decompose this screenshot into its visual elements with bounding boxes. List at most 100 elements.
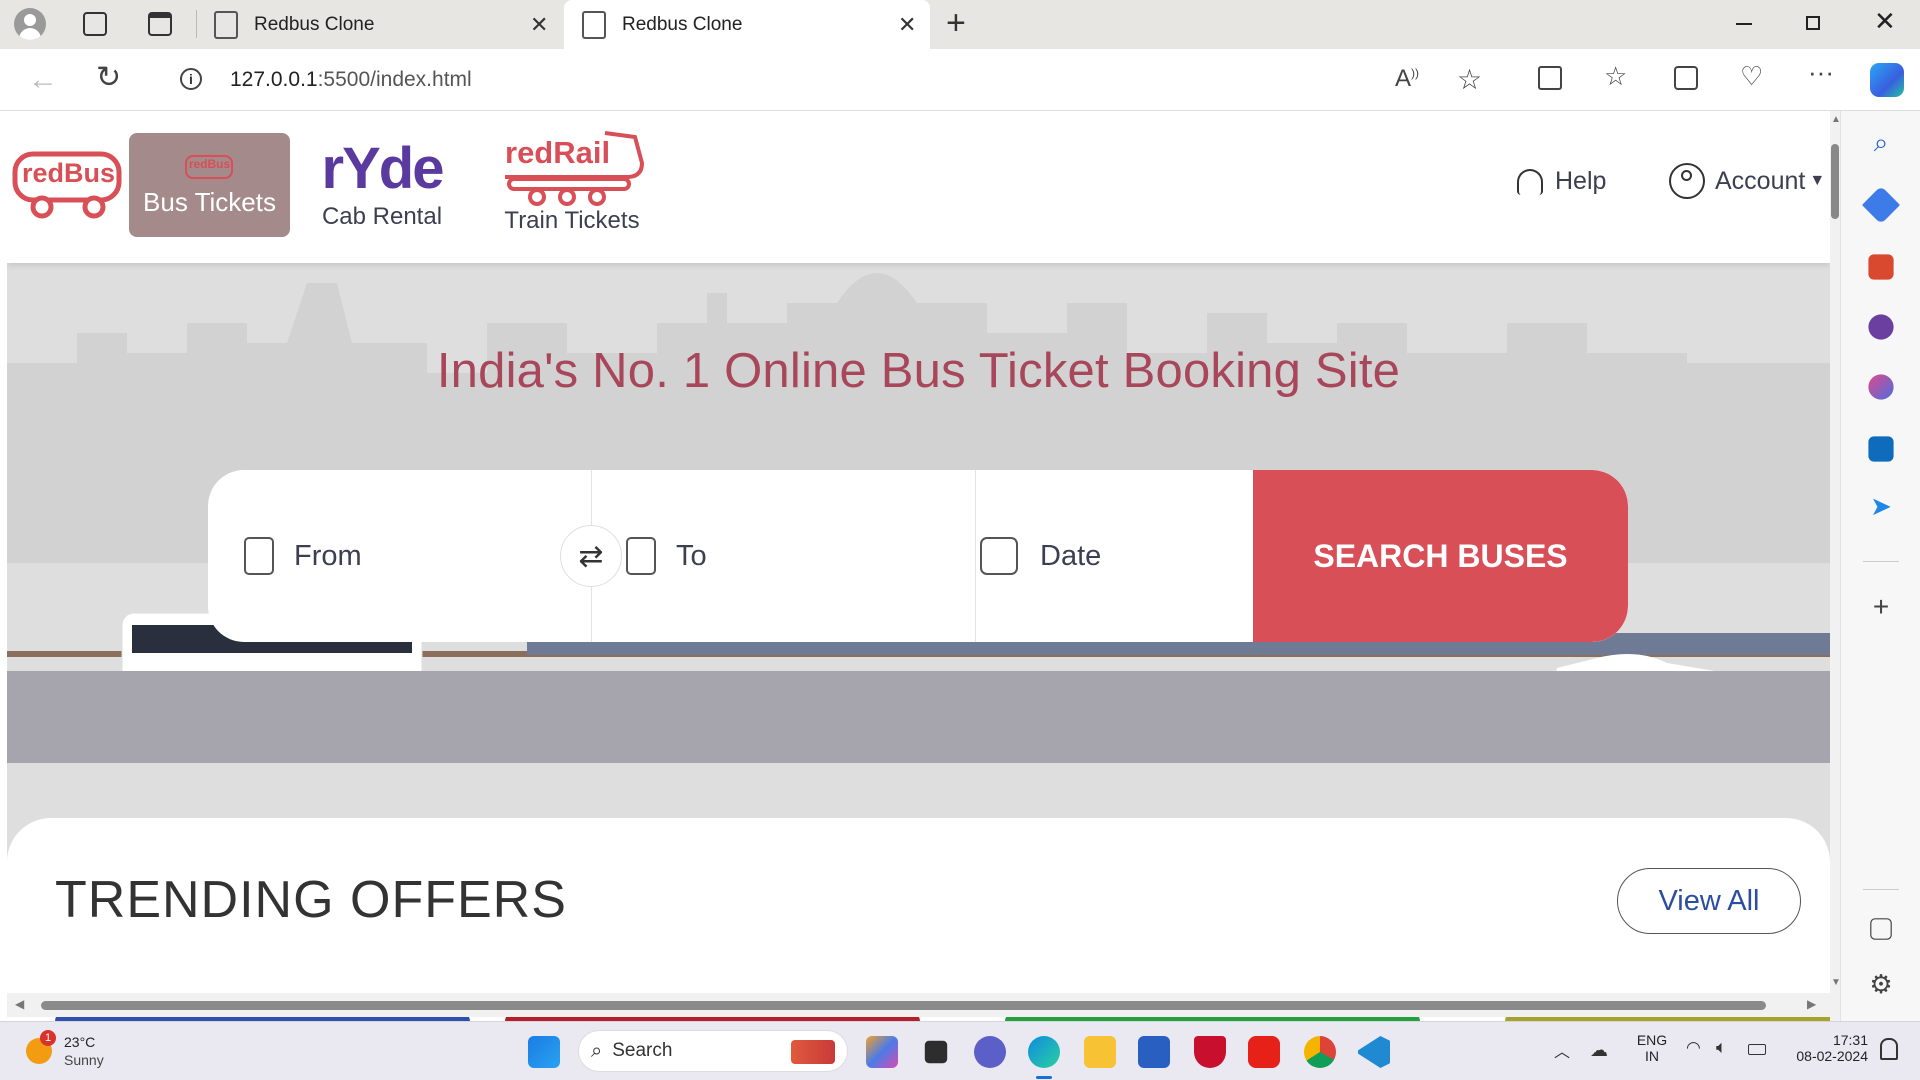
bus-search-form: From ⇄ To Date SEARCH BUSES [208, 470, 1628, 642]
copilot-icon[interactable] [1870, 63, 1904, 97]
favorite-star-icon[interactable]: ☆ [1457, 63, 1482, 96]
hide-sidebar-icon[interactable] [1870, 918, 1892, 940]
clock[interactable]: 17:31 08-02-2024 [1786, 1032, 1868, 1064]
taskbar-search[interactable]: ⌕ Search [578, 1030, 848, 1072]
tab-title: Redbus Clone [254, 13, 375, 35]
edge-icon[interactable] [1028, 1036, 1060, 1068]
refresh-icon[interactable]: ↻ [96, 63, 121, 93]
field-divider [975, 470, 976, 642]
workspaces-icon[interactable] [83, 12, 107, 36]
games-icon[interactable] [1868, 314, 1894, 340]
onedrive-icon[interactable]: ☁ [1590, 1040, 1608, 1061]
windows-taskbar: 1 23°C Sunny ⌕ Search ︿ ☁ ENG IN ◠ 🔈︎ 17… [0, 1021, 1920, 1080]
collections-icon[interactable] [1674, 66, 1698, 90]
bus-tab-label: Bus Tickets [143, 187, 276, 217]
view-all-button[interactable]: View All [1617, 868, 1801, 934]
restore-icon[interactable] [1806, 16, 1820, 30]
close-tab-icon[interactable]: ✕ [530, 12, 548, 38]
calendar-icon [980, 537, 1018, 575]
browser-essentials-icon[interactable]: ♡ [1740, 63, 1763, 89]
clock-time: 17:31 [1832, 1032, 1868, 1048]
tab-redbus-clone-1[interactable]: Redbus Clone ✕ [206, 0, 560, 49]
date-label: Date [1040, 539, 1102, 572]
minimize-icon[interactable] [1736, 23, 1752, 25]
lang-top: ENG [1636, 1032, 1668, 1048]
tools-icon[interactable] [1868, 254, 1894, 280]
copilot-taskbar-icon[interactable] [866, 1036, 898, 1068]
trending-offers-title: TRENDING OFFERS [55, 871, 567, 929]
lang-bottom: IN [1645, 1048, 1659, 1064]
vertical-scroll-thumb[interactable] [1831, 144, 1839, 219]
search-buses-button[interactable]: SEARCH BUSES [1253, 470, 1628, 642]
to-label: To [676, 539, 707, 572]
from-field[interactable]: From [244, 470, 584, 642]
search-icon: ⌕ [591, 1039, 603, 1062]
tab-redbus-clone-2[interactable]: Redbus Clone ✕ [564, 0, 930, 49]
redbus-logo[interactable]: redBus [12, 149, 122, 221]
search-highlight-icon [791, 1040, 835, 1064]
split-screen-icon[interactable] [1538, 66, 1562, 90]
url-path: :5500/index.html [317, 68, 472, 91]
weather-temp: 23°C [64, 1034, 96, 1050]
drop-icon[interactable]: ➤ [1863, 491, 1899, 527]
tab-separator [196, 10, 197, 38]
sidebar-divider [1863, 889, 1899, 890]
nav-bus-tickets[interactable]: redBus Bus Tickets [129, 133, 290, 237]
to-field[interactable]: To [626, 470, 966, 642]
file-explorer-icon[interactable] [1084, 1036, 1116, 1068]
active-app-indicator [1036, 1076, 1052, 1079]
nav-cab-rental[interactable]: rYde Cab Rental [317, 135, 447, 231]
help-link[interactable]: Help [1517, 167, 1606, 196]
cab-rental-label: Cab Rental [321, 203, 443, 230]
microsoft-365-icon[interactable] [1868, 374, 1894, 400]
volume-icon[interactable]: 🔈︎ [1716, 1037, 1727, 1058]
search-icon[interactable]: ⌕ [1863, 127, 1899, 163]
horizontal-scrollbar[interactable]: ◀ ▶ [7, 993, 1830, 1017]
microsoft-store-icon[interactable] [1138, 1036, 1170, 1068]
profile-icon[interactable] [14, 8, 46, 40]
new-tab-button[interactable]: + [946, 4, 966, 43]
add-icon[interactable]: + [1863, 589, 1899, 625]
weather-widget[interactable]: 1 23°C Sunny [26, 1030, 146, 1074]
headset-icon [1517, 168, 1543, 195]
vscode-icon[interactable] [1358, 1036, 1390, 1068]
vertical-scrollbar[interactable]: ▲ ▼ [1830, 111, 1841, 1021]
url-host: 127.0.0.1 [230, 68, 318, 91]
favorites-icon[interactable]: ☆ [1604, 63, 1627, 89]
redbus-logo-text: redBus [22, 158, 116, 188]
swap-cities-button[interactable]: ⇄ [560, 525, 622, 587]
task-view-icon[interactable] [924, 1040, 948, 1064]
show-hidden-icons[interactable]: ︿ [1554, 1038, 1570, 1062]
shopping-icon[interactable] [1861, 185, 1901, 225]
more-options-icon[interactable]: ··· [1808, 59, 1834, 85]
language-indicator[interactable]: ENG IN [1634, 1032, 1670, 1064]
teams-icon[interactable] [974, 1036, 1006, 1068]
outlook-icon[interactable] [1868, 436, 1894, 462]
notifications-icon[interactable] [1880, 1038, 1898, 1060]
hero-section: India's No. 1 Online Bus Ticket Booking … [7, 263, 1830, 875]
vertical-tabs-icon[interactable] [148, 12, 172, 36]
horizontal-scroll-thumb[interactable] [41, 1001, 1766, 1010]
battery-icon[interactable] [1748, 1044, 1766, 1055]
site-info-icon[interactable]: i [180, 68, 202, 90]
nav-train-tickets[interactable]: redRail Train Tickets [497, 129, 647, 235]
youtube-icon[interactable] [1248, 1036, 1280, 1068]
ryde-logo: rYde [321, 136, 445, 201]
read-aloud-icon[interactable]: A)) [1395, 65, 1419, 93]
close-window-icon[interactable]: ✕ [1874, 6, 1896, 37]
chrome-icon[interactable] [1304, 1036, 1336, 1068]
settings-icon[interactable]: ⚙ [1863, 969, 1899, 1005]
redrail-logo: redRail [497, 129, 647, 207]
bus-stop-icon [244, 537, 274, 575]
close-tab-icon[interactable]: ✕ [898, 12, 916, 38]
date-field[interactable]: Date [980, 470, 1250, 642]
start-icon[interactable] [528, 1036, 560, 1068]
address-field[interactable]: i 127.0.0.1:5500/index.html A)) ☆ [155, 57, 1482, 103]
weather-desc: Sunny [64, 1052, 104, 1068]
browser-tab-bar: Redbus Clone ✕ Redbus Clone ✕ + ✕ [0, 0, 1920, 49]
back-icon[interactable]: ← [28, 65, 58, 95]
mcafee-icon[interactable] [1194, 1036, 1226, 1068]
account-menu[interactable]: Account ▼ [1669, 163, 1825, 199]
site-header: redBus redBus Bus Tickets rYde Cab Renta… [7, 111, 1830, 263]
wifi-icon[interactable]: ◠ [1686, 1038, 1701, 1058]
